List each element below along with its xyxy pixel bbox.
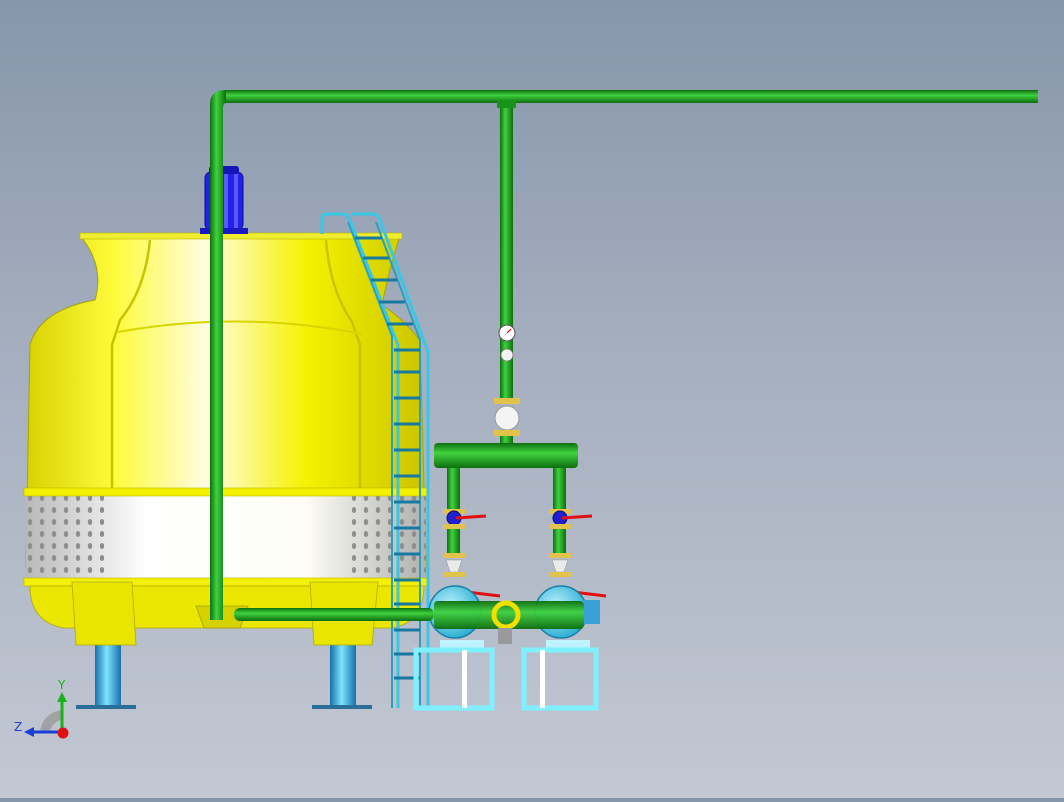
tower-leg-right [330, 640, 356, 708]
cad-scene[interactable] [0, 0, 1064, 798]
coordinate-triad: Y Z [0, 670, 90, 750]
motor-fin-2 [224, 174, 228, 228]
tower-leg-right-base [312, 705, 372, 709]
tower-louver-holes-right [350, 496, 426, 576]
supply-pipe-horizontal [226, 90, 1038, 103]
tower-leg-left [95, 640, 121, 708]
pump-2-valve-handle[interactable] [561, 514, 593, 520]
return-pipe-tower-link [234, 608, 434, 621]
pump-header[interactable] [434, 443, 578, 514]
tower-louver-holes-left [26, 496, 104, 576]
triad-graphic [24, 692, 69, 739]
pump-2-stand [521, 647, 599, 711]
supply-pipe-tee [497, 100, 516, 108]
tower-bracket-left [71, 581, 137, 646]
fan-motor[interactable] [200, 166, 248, 234]
cooling-tower[interactable] [23, 232, 429, 709]
triad-z-label: Z [14, 720, 23, 734]
cad-viewport[interactable]: Y Z [0, 0, 1064, 798]
drop-valve[interactable] [494, 398, 520, 446]
header-pipe [434, 443, 578, 468]
pump-1-valve-handle[interactable] [455, 514, 487, 520]
tower-band-top-rim [23, 487, 429, 497]
header-branch-right [553, 468, 566, 514]
motor-fin-3 [234, 174, 238, 228]
motor-mount [200, 228, 248, 234]
header-branch-left [447, 468, 460, 514]
triad-y-label: Y [58, 678, 66, 692]
